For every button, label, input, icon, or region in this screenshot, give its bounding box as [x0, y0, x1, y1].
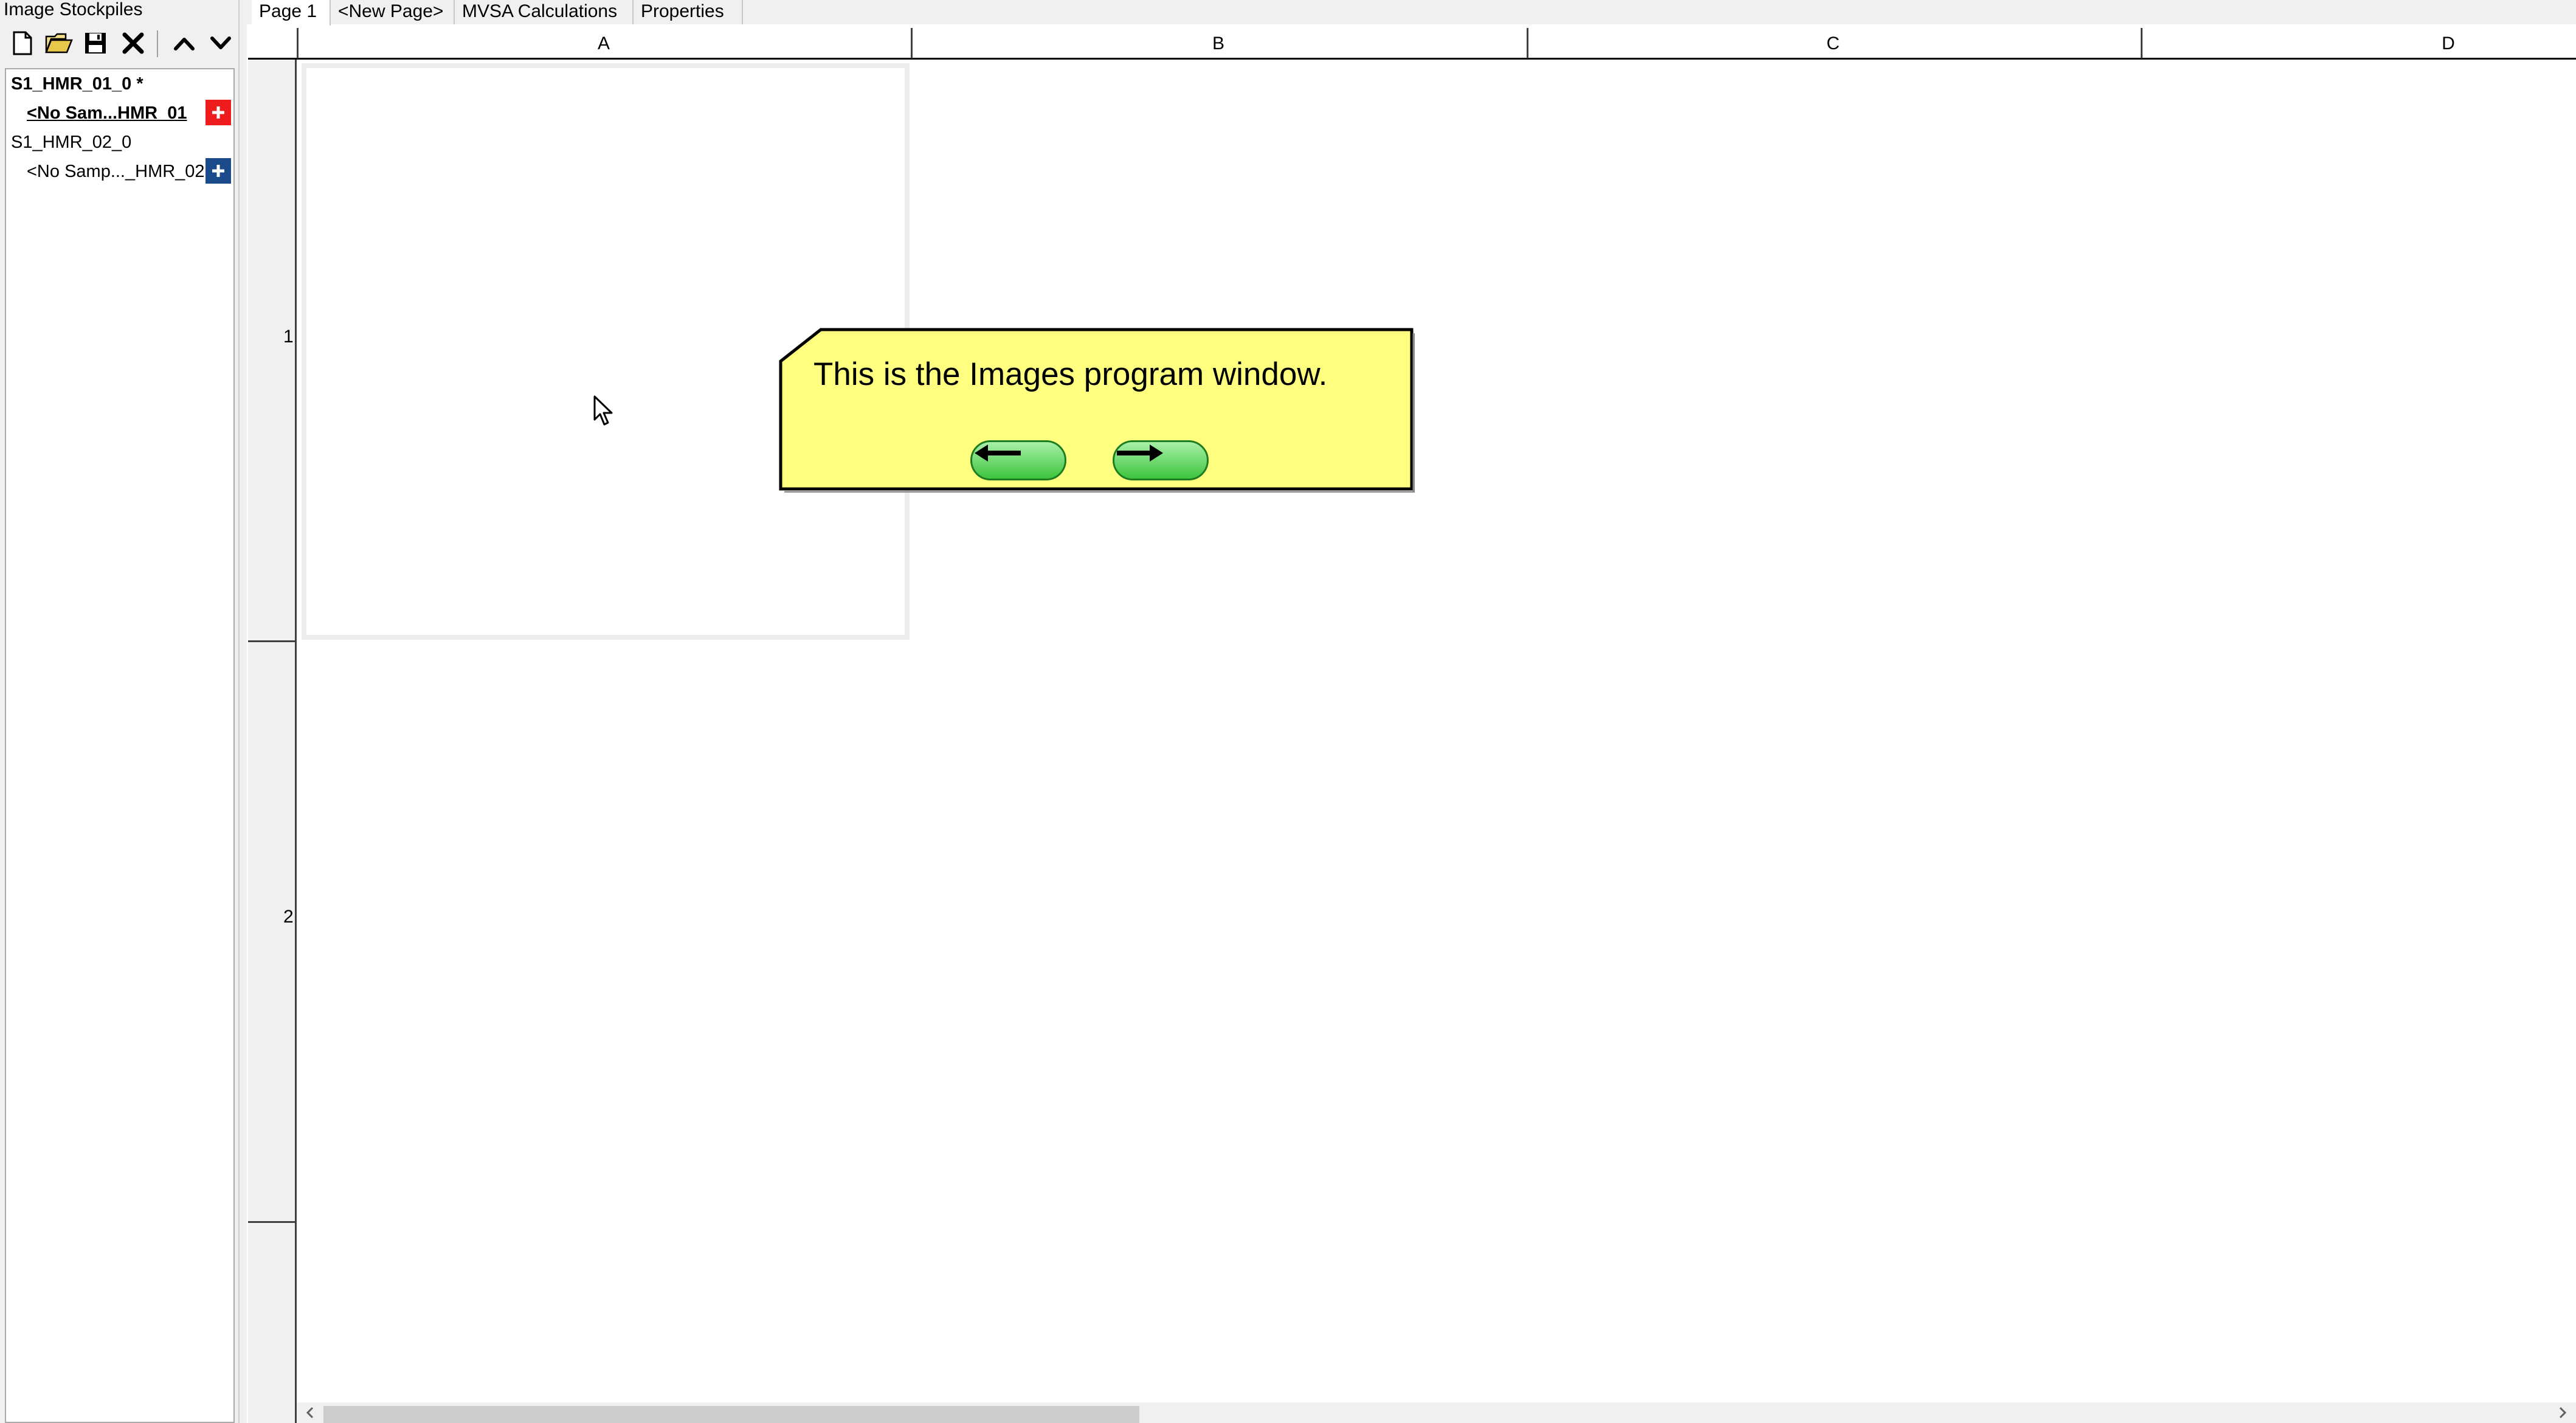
column-header: A B C D — [248, 28, 2576, 60]
save-icon[interactable] — [80, 28, 111, 58]
row-label-1[interactable]: 1 — [283, 325, 294, 349]
arrow-right-icon — [1117, 445, 1163, 462]
toolbar-separator — [157, 30, 158, 57]
row-divider[interactable] — [248, 640, 297, 642]
page-tab-bar: Page 1 <New Page> MVSA Calculations Prop… — [247, 0, 2576, 26]
column-divider[interactable] — [1527, 28, 1528, 58]
mouse-cursor-icon — [593, 395, 614, 430]
open-icon[interactable] — [44, 28, 74, 58]
callout-shape — [779, 328, 1415, 493]
stockpile-tree: S1_HMR_01_0 * <No Sam...HMR_01 S1_HMR_02… — [5, 68, 235, 1423]
column-label-a[interactable]: A — [585, 32, 622, 56]
column-divider — [297, 28, 299, 58]
new-icon[interactable] — [7, 28, 38, 58]
tab-new-page[interactable]: <New Page> — [331, 0, 455, 24]
row-header: 1 2 — [248, 60, 297, 1423]
panel-title: Image Stockpiles — [4, 0, 143, 19]
arrow-left-icon — [975, 445, 1021, 462]
tree-item-s1-hmr-02[interactable]: S1_HMR_02_0 — [11, 130, 131, 154]
scroll-left-icon[interactable] — [299, 1404, 321, 1422]
horizontal-scrollbar[interactable] — [297, 1402, 2576, 1423]
panel-splitter[interactable] — [238, 0, 247, 1423]
image-stockpiles-panel: Image Stockpiles S1_HMR_01_0 * <No Sam..… — [0, 0, 238, 1423]
row-divider[interactable] — [248, 1221, 297, 1223]
column-label-b[interactable]: B — [1200, 32, 1237, 56]
scroll-right-icon[interactable] — [2552, 1404, 2574, 1422]
move-down-icon[interactable] — [205, 28, 236, 58]
tutorial-callout: This is the Images program window. — [778, 327, 1415, 493]
close-icon[interactable] — [118, 28, 148, 58]
tab-properties[interactable]: Properties — [634, 0, 743, 24]
tree-item-s1-hmr-01[interactable]: S1_HMR_01_0 * — [11, 72, 143, 96]
next-button[interactable] — [1113, 440, 1209, 480]
add-sample-button-hmr-02[interactable] — [205, 158, 231, 184]
callout-message: This is the Images program window. — [813, 356, 1328, 392]
column-label-c[interactable]: C — [1815, 32, 1851, 56]
column-divider[interactable] — [911, 28, 913, 58]
move-up-icon[interactable] — [169, 28, 199, 58]
column-divider[interactable] — [2141, 28, 2143, 58]
tab-mvsa-calculations[interactable]: MVSA Calculations — [455, 0, 634, 24]
row-label-2[interactable]: 2 — [283, 905, 294, 929]
scrollbar-thumb[interactable] — [323, 1406, 1139, 1423]
previous-button[interactable] — [970, 440, 1066, 480]
tab-page-1[interactable]: Page 1 — [252, 0, 331, 26]
stockpile-toolbar — [0, 23, 238, 61]
add-sample-button-hmr-01[interactable] — [205, 100, 231, 125]
tree-item-no-sample-hmr-01[interactable]: <No Sam...HMR_01 — [27, 101, 187, 125]
column-label-d[interactable]: D — [2430, 32, 2467, 56]
tree-item-no-sample-hmr-02[interactable]: <No Samp..._HMR_02 — [27, 159, 205, 184]
